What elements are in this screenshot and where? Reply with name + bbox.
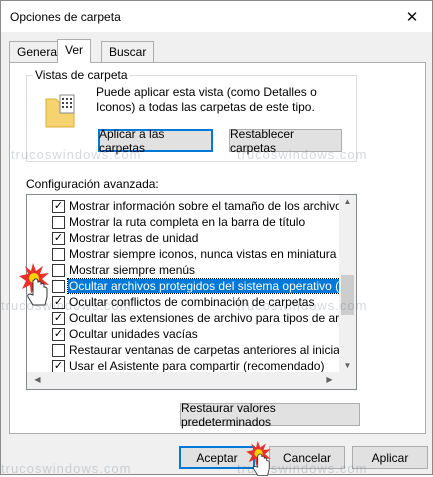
scroll-right-icon[interactable]: ▶: [321, 375, 338, 384]
checkmark-icon[interactable]: ✓: [52, 232, 65, 245]
list-item[interactable]: ✓ Mostrar información sobre el tamaño de …: [27, 198, 340, 214]
checkmark-icon[interactable]: ✓: [52, 312, 65, 325]
list-item-label: Mostrar siempre iconos, nunca vistas en …: [69, 247, 337, 261]
list-item-label: Ocultar las extensiones de archivo para …: [69, 311, 340, 325]
watermark-text: trucoswindows.com: [11, 147, 142, 162]
scroll-left-icon[interactable]: ◀: [29, 375, 46, 384]
tab-panel-ver: Vistas de carpeta Puede aplicar esta vis…: [9, 62, 426, 434]
list-item[interactable]: Restaurar ventanas de carpetas anteriore…: [27, 342, 340, 358]
tab-buscar[interactable]: Buscar: [101, 41, 155, 62]
hand-pointer-icon: [19, 263, 49, 306]
list-item[interactable]: Mostrar siempre iconos, nunca vistas en …: [27, 246, 340, 262]
watermark-text: trucoswindows.com: [237, 147, 368, 162]
close-button[interactable]: ✕: [392, 1, 432, 32]
folder-grid-icon: [45, 94, 75, 128]
watermark-text: trucoswindows.com: [237, 298, 368, 313]
checkmark-icon[interactable]: ✓: [52, 200, 65, 213]
checkbox[interactable]: [52, 248, 65, 261]
checkmark-icon[interactable]: ✓: [52, 328, 65, 341]
list-item[interactable]: ✓ Ocultar unidades vacías: [27, 326, 340, 342]
restore-defaults-button[interactable]: Restaurar valores predeterminados: [180, 401, 360, 429]
list-item-label: Mostrar información sobre el tamaño de l…: [69, 199, 340, 213]
list-item[interactable]: Ocultar archivos protegidos del sistema …: [27, 278, 340, 294]
list-item-label: Mostrar la ruta completa en la barra de …: [69, 215, 306, 229]
vertical-scrollbar[interactable]: ▲ ▼: [339, 195, 356, 372]
folder-views-description: Puede aplicar esta vista (como Detalles …: [96, 85, 317, 114]
hand-pointer-icon: [246, 441, 271, 476]
scroll-down-icon[interactable]: ▼: [339, 361, 356, 370]
advanced-settings-list[interactable]: ✓ Mostrar información sobre el tamaño de …: [26, 194, 357, 390]
list-item-label: Mostrar letras de unidad: [69, 231, 199, 245]
advanced-settings-label: Configuración avanzada:: [26, 177, 159, 191]
list-item-label: Restaurar ventanas de carpetas anteriore…: [69, 343, 340, 357]
folder-views-label: Vistas de carpeta: [33, 68, 130, 82]
list-item[interactable]: Mostrar la ruta completa en la barra de …: [27, 214, 340, 230]
horizontal-scrollbar[interactable]: ◀ ▶: [27, 372, 356, 389]
tab-ver[interactable]: Ver: [57, 39, 92, 63]
list-item[interactable]: ✓ Mostrar letras de unidad: [27, 230, 340, 246]
title-bar: Opciones de carpeta ✕: [1, 1, 432, 32]
checkbox[interactable]: [52, 216, 65, 229]
close-icon: ✕: [405, 8, 419, 26]
scroll-up-icon[interactable]: ▲: [339, 197, 356, 206]
list-item-label: Usar el Asistente para compartir (recome…: [69, 359, 325, 373]
list-item-label: Mostrar siempre menús: [69, 263, 196, 277]
list-item-label: Ocultar archivos protegidos del sistema …: [66, 278, 340, 294]
window-title: Opciones de carpeta: [10, 10, 121, 24]
list-item-label: Ocultar unidades vacías: [69, 327, 198, 341]
watermark-text: trucoswindows.com: [1, 461, 132, 476]
list-item[interactable]: Mostrar siempre menús: [27, 262, 340, 278]
folder-options-dialog: Opciones de carpeta ✕ General Ver Buscar…: [0, 0, 433, 476]
checkbox[interactable]: [52, 344, 65, 357]
